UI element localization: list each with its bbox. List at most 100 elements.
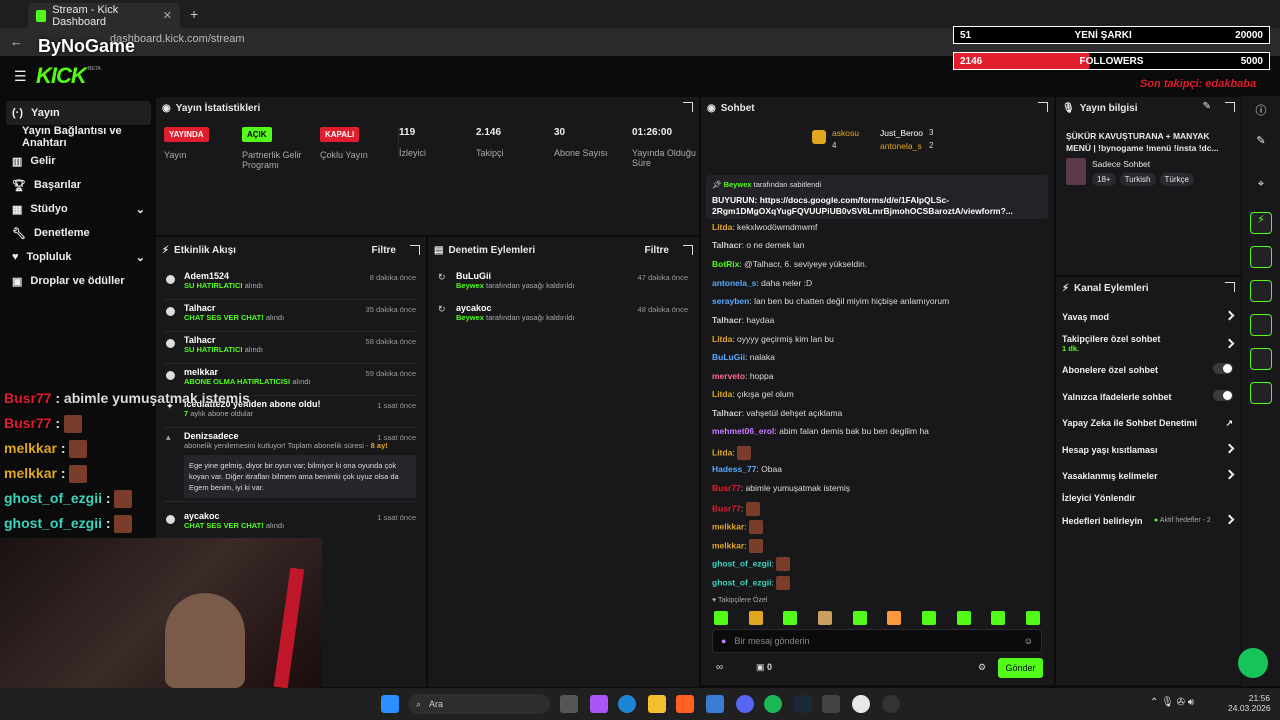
filter-button[interactable]: Filtre [372, 245, 396, 256]
edit-icon[interactable]: ✎ [1203, 101, 1211, 112]
tray-icons[interactable]: ⌃ 🎙︎ ✇ 🔊︎ [1150, 697, 1194, 708]
chat-username[interactable]: Litda [712, 447, 732, 457]
mail-icon[interactable] [706, 695, 724, 713]
chat-username[interactable]: merveto [712, 371, 745, 381]
task-view-icon[interactable] [560, 695, 578, 713]
help-chat-icon[interactable] [1238, 648, 1268, 678]
spotify-icon[interactable] [764, 695, 782, 713]
file-explorer-icon[interactable] [648, 695, 666, 713]
expand-icon[interactable] [1225, 102, 1235, 112]
url-field[interactable]: dashboard.kick.com/stream [100, 33, 860, 51]
copilot-icon[interactable] [590, 695, 608, 713]
chat-username[interactable]: ghost_of_ezgii [712, 558, 772, 568]
tag[interactable]: Turkish [1119, 173, 1156, 186]
discord-icon[interactable] [736, 695, 754, 713]
chat-username[interactable]: Talhacr [712, 240, 742, 250]
crosshair-icon[interactable]: ⌖ [1250, 178, 1272, 200]
firefox-icon[interactable] [676, 695, 694, 713]
sidebar-item-stream[interactable]: (·) Yayın [6, 101, 151, 125]
chat-username[interactable]: antonela_s [712, 278, 756, 288]
chrome-icon[interactable] [852, 695, 870, 713]
expand-icon[interactable] [1225, 282, 1235, 292]
sidebar-item-studio[interactable]: ▦ Stüdyo ⌄ [6, 197, 151, 221]
send-button[interactable]: Gönder [998, 658, 1043, 678]
emote-icon[interactable] [748, 611, 763, 625]
expand-icon[interactable] [1038, 102, 1048, 112]
top-user[interactable]: antonela_s [880, 141, 922, 151]
emoji-icon[interactable]: ☺ [1024, 636, 1033, 646]
kick-logo[interactable]: KICK [36, 63, 87, 89]
edge-icon[interactable] [618, 695, 636, 713]
banned-words-row[interactable]: Yasaklanmış kelimeler [1062, 469, 1237, 481]
layout-icon[interactable] [1250, 348, 1272, 370]
emote-icon[interactable] [852, 611, 867, 625]
pinned-text[interactable]: BUYURUN: https://docs.google.com/forms/d… [712, 195, 1022, 217]
tag[interactable]: 18+ [1092, 173, 1116, 186]
chat-username[interactable]: Busr77 [712, 483, 741, 493]
app-icon[interactable] [822, 695, 840, 713]
pencil-icon[interactable]: ✎ [1250, 134, 1272, 156]
chat-username[interactable]: BuLuGii [712, 352, 745, 362]
chat-username[interactable]: serayben [712, 296, 749, 306]
emote-icon[interactable] [921, 611, 936, 625]
emote-icon[interactable] [817, 611, 832, 625]
category-name[interactable]: Sadece Sohbet [1092, 159, 1150, 169]
back-icon[interactable]: ← [10, 34, 23, 49]
close-tab-icon[interactable]: ✕ [163, 9, 172, 22]
chat-settings-icon[interactable]: ⚙ [978, 662, 986, 673]
sidebar-item-stream-key[interactable]: Yayın Bağlantısı ve Anahtarı [6, 125, 151, 149]
chat-input[interactable]: ● Bir mesaj gönderin ☺ [712, 629, 1042, 653]
chat-username[interactable]: BotRix [712, 259, 739, 269]
emote-icon[interactable] [714, 611, 728, 625]
browser-tab[interactable]: Stream - Kick Dashboard ✕ [28, 3, 180, 28]
top-user[interactable]: Just_Beroo [880, 128, 923, 138]
chat-username[interactable]: Litda [712, 222, 732, 232]
sidebar-item-community[interactable]: ♥ Topluluk ⌄ [6, 245, 151, 269]
collapse-icon[interactable]: ▴ [166, 432, 175, 442]
followers-only-row[interactable]: Takipçilere özel sohbet 1 dk. [1062, 334, 1237, 353]
taskbar-search[interactable]: ⌕ Ara [408, 694, 550, 714]
wrench-icon[interactable] [1250, 382, 1272, 404]
filter-button[interactable]: Filtre [645, 245, 669, 256]
category-thumbnail[interactable] [1066, 158, 1086, 185]
info-icon[interactable]: ⓘ [1250, 102, 1272, 124]
slow-mode-row[interactable]: Yavaş mod [1062, 310, 1237, 322]
chat-username[interactable]: mehmet06_erol [712, 426, 774, 436]
tag[interactable]: Türkçe [1159, 173, 1194, 186]
goals-row[interactable]: Hedefleri belirleyin ● Aktif hedefler - 2 [1062, 514, 1237, 526]
points-icon[interactable]: ∞ [716, 662, 723, 673]
windows-start-icon[interactable] [381, 695, 399, 713]
emote-icon[interactable] [1025, 611, 1040, 625]
broadcast-icon[interactable] [1250, 314, 1272, 336]
ai-moderation-row[interactable]: Yapay Zeka ile Sohbet Denetimi ↗ [1062, 418, 1237, 428]
emote-icon[interactable] [956, 611, 971, 625]
sidebar-item-revenue[interactable]: ▥ Gelir [6, 149, 151, 173]
chat-username[interactable]: Litda [712, 389, 732, 399]
toggle-switch[interactable] [1213, 390, 1233, 401]
chat-username[interactable]: melkkar [712, 521, 744, 531]
expand-icon[interactable] [683, 102, 693, 112]
emote-icon[interactable] [887, 611, 902, 625]
clock[interactable]: 21:56 24.03.2026 [1228, 693, 1271, 713]
new-tab-icon[interactable]: + [190, 6, 198, 22]
chat-username[interactable]: Talhacr [712, 408, 742, 418]
chest-icon[interactable]: ▣ 0 [756, 662, 772, 673]
sidebar-item-achievements[interactable]: 🏆︎ Başarılar [6, 173, 151, 197]
menu-icon[interactable]: ☰ [14, 68, 27, 85]
emotes-only-row[interactable]: Yalnızca ifadelerle sohbet [1062, 390, 1237, 402]
document-icon[interactable] [1250, 246, 1272, 268]
chat-username[interactable]: melkkar [712, 540, 744, 550]
emote-icon[interactable] [991, 611, 1006, 625]
sidebar-item-moderation[interactable]: 🔧︎ Denetleme [6, 221, 151, 245]
top-user[interactable]: askosu [832, 128, 859, 138]
chat-username[interactable]: Litda [712, 334, 732, 344]
obs-icon[interactable] [882, 695, 900, 713]
expand-icon[interactable] [683, 245, 693, 255]
raid-row[interactable]: İzleyici Yönlendir [1062, 493, 1237, 503]
chat-username[interactable]: Talhacr [712, 315, 742, 325]
subscribers-only-row[interactable]: Abonelere özel sohbet [1062, 363, 1237, 375]
steam-icon[interactable] [794, 695, 812, 713]
account-age-row[interactable]: Hesap yaşı kısıtlaması [1062, 443, 1237, 455]
expand-icon[interactable] [410, 245, 420, 255]
chat-username[interactable]: ghost_of_ezgii [712, 577, 772, 587]
